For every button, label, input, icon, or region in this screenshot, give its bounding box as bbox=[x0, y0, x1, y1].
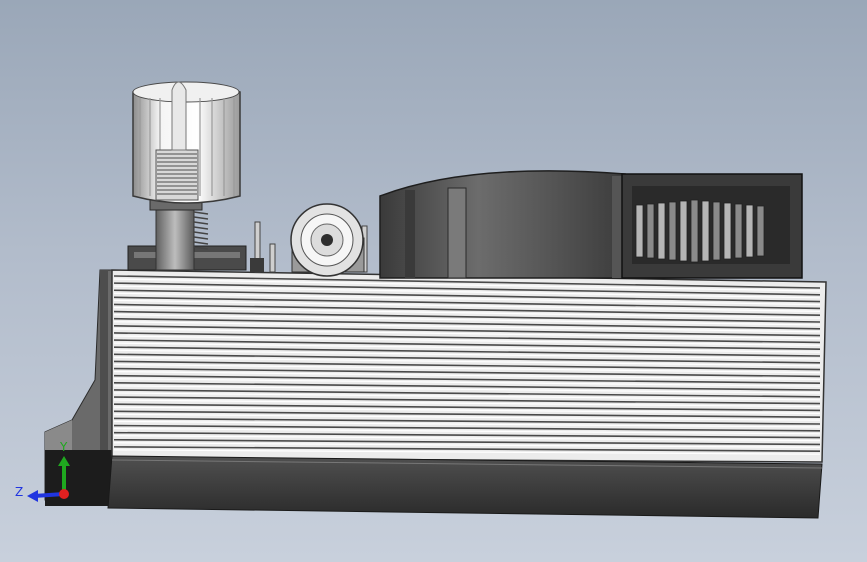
fan-outlet bbox=[621, 173, 803, 279]
spring-coil bbox=[193, 211, 209, 215]
base-plate bbox=[107, 455, 823, 519]
fan-blade bbox=[668, 201, 677, 261]
fan-blade bbox=[635, 204, 644, 258]
spring-coil bbox=[193, 231, 209, 235]
fan-blade bbox=[712, 201, 721, 261]
fan-blade bbox=[657, 202, 666, 260]
fan-blade bbox=[734, 203, 743, 259]
fan-blade bbox=[701, 200, 710, 262]
fan-blade bbox=[646, 203, 655, 259]
knob-mount bbox=[127, 205, 247, 271]
control-knob[interactable] bbox=[132, 81, 241, 211]
fan-blade bbox=[679, 200, 688, 262]
fan-blade bbox=[756, 205, 765, 257]
cad-viewport[interactable]: Y Z bbox=[0, 0, 867, 562]
spring-coil bbox=[193, 226, 209, 230]
fan-blade bbox=[723, 202, 732, 260]
fan-blade bbox=[690, 199, 699, 263]
spring-coil bbox=[193, 236, 209, 240]
spring bbox=[193, 211, 209, 250]
spring-coil bbox=[193, 221, 209, 225]
spring-coil bbox=[193, 216, 209, 220]
side-bracket bbox=[44, 269, 119, 506]
spring-coil bbox=[193, 241, 209, 245]
heat-sink-body bbox=[111, 269, 827, 463]
blower-housing bbox=[379, 170, 626, 279]
fan-blade bbox=[745, 204, 754, 258]
round-connector bbox=[290, 203, 365, 277]
cad-model-scene bbox=[44, 81, 827, 519]
